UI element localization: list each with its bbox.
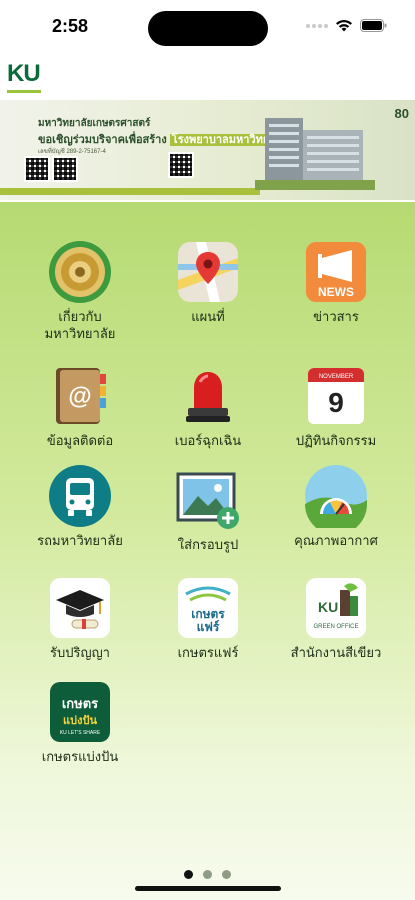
app-label: เกษตรแบ่งปัน bbox=[41, 750, 119, 765]
app-calendar[interactable]: NOVEMBER 9 ปฏิทินกิจกรรม bbox=[266, 364, 406, 450]
air-quality-gauge-icon bbox=[305, 465, 367, 528]
battery-icon bbox=[360, 19, 387, 32]
app-label: สำนักงานสีเขียว bbox=[290, 646, 382, 661]
svg-text:แบ่งปัน: แบ่งปัน bbox=[63, 714, 97, 727]
app-label: แผนที่ bbox=[191, 310, 225, 325]
calendar-month: NOVEMBER bbox=[319, 374, 354, 380]
svg-text:@: @ bbox=[68, 383, 91, 410]
kaset-share-icon: เกษตร แบ่งปัน KU LET'S SHARE bbox=[50, 682, 110, 742]
page-dot-active[interactable] bbox=[184, 870, 193, 879]
map-pin-icon bbox=[178, 242, 238, 302]
svg-text:เกษตร: เกษตร bbox=[191, 607, 225, 621]
app-label: ข่าวสาร bbox=[313, 310, 359, 325]
app-about-university[interactable]: เกี่ยวกับ มหาวิทยาลัย bbox=[10, 240, 150, 343]
app-label: ข้อมูลติดต่อ bbox=[46, 434, 114, 449]
app-air-quality[interactable]: คุณภาพอากาศ bbox=[266, 464, 406, 550]
logo-underline bbox=[7, 90, 41, 93]
dynamic-island bbox=[148, 11, 268, 46]
photo-frame-add-icon bbox=[176, 472, 239, 529]
svg-text:KU: KU bbox=[318, 599, 338, 615]
anniversary-badge: 80 bbox=[394, 106, 409, 121]
news-megaphone-icon: NEWS bbox=[306, 242, 366, 302]
donation-banner[interactable]: มหาวิทยาลัยเกษตรศาสตร์ ขอเชิญร่วมบริจาคเ… bbox=[0, 100, 415, 200]
graduation-cap-icon bbox=[50, 578, 110, 638]
app-green-office[interactable]: KU GREEN OFFICE สำนักงานสีเขียว bbox=[266, 576, 406, 662]
app-kaset-share[interactable]: เกษตร แบ่งปัน KU LET'S SHARE เกษตรแบ่งปั… bbox=[10, 680, 150, 766]
banner-strip bbox=[0, 188, 260, 195]
app-emergency[interactable]: เบอร์ฉุกเฉิน bbox=[138, 364, 278, 450]
calendar-icon: NOVEMBER 9 bbox=[308, 368, 364, 424]
wifi-icon bbox=[335, 19, 353, 32]
kaset-share-subtext: KU LET'S SHARE bbox=[60, 730, 101, 736]
app-graduation[interactable]: รับปริญญา bbox=[10, 576, 150, 662]
app-header: KU bbox=[0, 54, 415, 98]
qr-code-icon bbox=[24, 156, 50, 182]
app-label: ใส่กรอบรูป bbox=[177, 538, 239, 553]
svg-text:แฟร์: แฟร์ bbox=[197, 620, 220, 634]
green-office-icon-text: GREEN OFFICE bbox=[313, 624, 358, 630]
app-label: คุณภาพอากาศ bbox=[294, 534, 378, 549]
app-label: ปฏิทินกิจกรรม bbox=[295, 434, 377, 449]
page-dot[interactable] bbox=[222, 870, 231, 879]
university-seal-icon bbox=[49, 241, 111, 303]
banner-account: เลขที่บัญชี 289-2-75167-4 bbox=[38, 149, 106, 155]
green-office-icon: KU GREEN OFFICE bbox=[306, 578, 366, 638]
page-indicator[interactable] bbox=[0, 870, 415, 879]
app-photo-frame[interactable]: ใส่กรอบรูป bbox=[138, 468, 278, 554]
page-dot[interactable] bbox=[203, 870, 212, 879]
siren-icon bbox=[186, 372, 230, 422]
ku-logo[interactable]: KU bbox=[7, 60, 41, 88]
qr-code-icon bbox=[168, 152, 194, 178]
status-icons bbox=[306, 19, 387, 32]
app-news[interactable]: NEWS ข่าวสาร bbox=[266, 240, 406, 326]
qr-code-icon bbox=[52, 156, 78, 182]
app-label: รถมหาวิทยาลัย bbox=[37, 534, 123, 549]
app-label: เกษตรแฟร์ bbox=[177, 646, 239, 661]
calendar-day: 9 bbox=[328, 387, 344, 418]
app-university-bus[interactable]: รถมหาวิทยาลัย bbox=[10, 464, 150, 550]
svg-text:เกษตร: เกษตร bbox=[62, 697, 98, 712]
status-time: 2:58 bbox=[52, 16, 89, 36]
app-kaset-fair[interactable]: เกษตร แฟร์ เกษตรแฟร์ bbox=[138, 576, 278, 662]
app-label: เบอร์ฉุกเฉิน bbox=[174, 434, 242, 449]
cellular-signal-icon bbox=[306, 23, 328, 28]
app-label: รับปริญญา bbox=[50, 646, 110, 661]
app-contacts[interactable]: @ ข้อมูลติดต่อ bbox=[10, 364, 150, 450]
main-menu: เกี่ยวกับ มหาวิทยาลัย แผนที่ NEWS ข่าวสา… bbox=[0, 202, 415, 900]
banner-title: มหาวิทยาลัยเกษตรศาสตร์ bbox=[38, 118, 151, 129]
news-icon-text: NEWS bbox=[318, 285, 354, 299]
app-map[interactable]: แผนที่ bbox=[138, 240, 278, 326]
address-book-icon: @ bbox=[56, 368, 106, 424]
bus-icon bbox=[49, 465, 111, 527]
status-bar: 2:58 bbox=[0, 0, 415, 54]
home-indicator[interactable] bbox=[135, 886, 281, 891]
kaset-fair-icon: เกษตร แฟร์ bbox=[178, 578, 238, 638]
banner-subtitle-prefix: ขอเชิญร่วมบริจาคเพื่อสร้าง bbox=[38, 134, 167, 146]
app-label: เกี่ยวกับ มหาวิทยาลัย bbox=[44, 310, 116, 342]
hospital-building-icon bbox=[255, 118, 375, 190]
